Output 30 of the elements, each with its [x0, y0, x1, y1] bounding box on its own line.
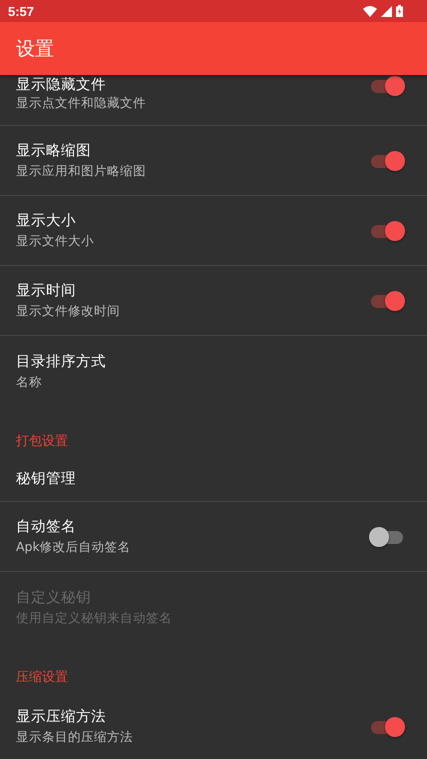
item-summary: 显示条目的压缩方法 [16, 729, 133, 746]
item-title[interactable]: 自动签名 [16, 517, 131, 536]
app-bar-title: 设置 [16, 36, 54, 62]
wifi-icon [363, 6, 377, 16]
item-title[interactable]: 目录排序方式 [16, 352, 106, 370]
item-summary: 使用自定义秘钥来自动签名 [16, 610, 172, 626]
toggle-switch[interactable] [371, 716, 405, 738]
item-summary: 显示文件修改时间 [16, 303, 120, 320]
item-title[interactable]: 显示时间 [16, 281, 120, 300]
item-summary: 显示应用和图片略缩图 [16, 163, 146, 180]
battery-icon [396, 5, 403, 17]
item-title[interactable]: 显示大小 [16, 211, 94, 230]
item-title: 自定义秘钥 [16, 588, 92, 606]
toggle-switch[interactable] [371, 220, 405, 242]
item-title[interactable]: 秘钥管理 [16, 469, 76, 488]
status-time: 5:57 [8, 4, 34, 18]
item-title[interactable]: 显示隐藏文件 [16, 75, 146, 94]
toggle-switch[interactable] [371, 75, 405, 97]
item-title[interactable]: 显示压缩方法 [16, 707, 133, 726]
category-header: 压缩设置 [16, 669, 68, 686]
category-header: 打包设置 [16, 433, 68, 450]
item-summary: Apk修改后自动签名 [16, 539, 131, 556]
item-summary: 显示文件大小 [16, 233, 94, 250]
signal-icon [381, 6, 392, 16]
toggle-switch[interactable] [371, 290, 405, 312]
item-summary: 名称 [16, 374, 43, 390]
toggle-switch[interactable] [371, 150, 405, 172]
toggle-switch[interactable] [371, 526, 405, 548]
item-title[interactable]: 显示略缩图 [16, 141, 146, 160]
item-summary: 显示点文件和隐藏文件 [16, 95, 146, 112]
